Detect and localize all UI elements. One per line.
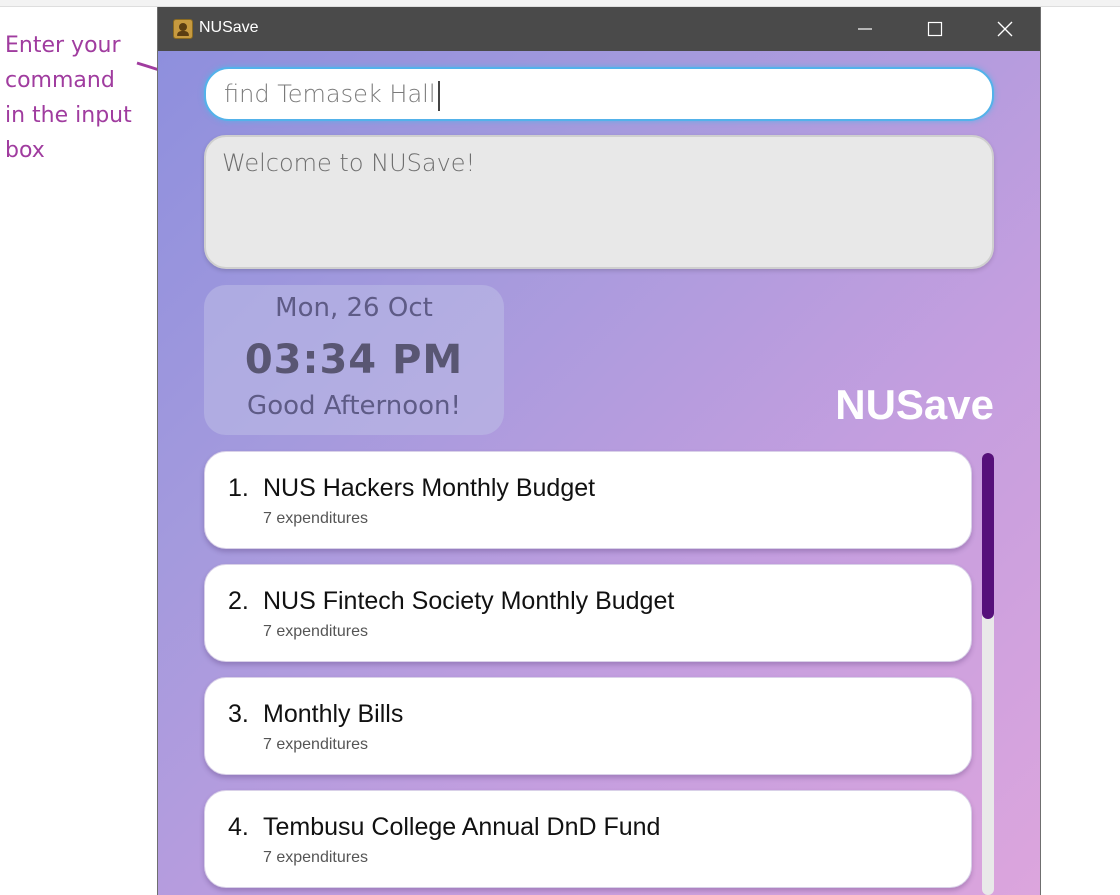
- budget-index: 4.: [228, 813, 249, 841]
- brand-title: NUSave: [835, 381, 994, 428]
- title-bar: NUSave: [158, 7, 1040, 51]
- budget-card[interactable]: 1. NUS Hackers Monthly Budget 7 expendit…: [204, 451, 972, 549]
- clock-card: Mon, 26 Oct 03:34 PM Good Afternoon!: [204, 285, 504, 435]
- budget-expenditure-count: 7 expenditures: [263, 849, 368, 866]
- budget-index: 1.: [228, 474, 249, 502]
- command-input[interactable]: [224, 79, 964, 109]
- app-window: NUSave Welcome to NUSave! Mon, 26 Oct 03…: [157, 7, 1041, 895]
- text-caret: [438, 81, 440, 111]
- budget-card[interactable]: 2. NUS Fintech Society Monthly Budget 7 …: [204, 564, 972, 662]
- result-display: Welcome to NUSave!: [204, 135, 994, 269]
- budget-expenditure-count: 7 expenditures: [263, 736, 368, 753]
- minimize-icon: [858, 28, 872, 30]
- budget-name: Tembusu College Annual DnD Fund: [263, 813, 661, 841]
- budget-name: NUS Fintech Society Monthly Budget: [263, 587, 675, 615]
- minimize-button[interactable]: [830, 7, 900, 51]
- budget-expenditure-count: 7 expenditures: [263, 510, 368, 527]
- budget-card[interactable]: 3. Monthly Bills 7 expenditures: [204, 677, 972, 775]
- close-icon: [997, 21, 1013, 37]
- result-text: Welcome to NUSave!: [222, 149, 476, 177]
- budget-index: 2.: [228, 587, 249, 615]
- command-box[interactable]: [204, 67, 994, 121]
- maximize-button[interactable]: [900, 7, 970, 51]
- browser-top-edge: [0, 0, 1120, 7]
- clock-greeting: Good Afternoon!: [247, 391, 461, 421]
- clock-date: Mon, 26 Oct: [275, 293, 433, 323]
- app-content: Welcome to NUSave! Mon, 26 Oct 03:34 PM …: [158, 51, 1040, 895]
- window-title: NUSave: [199, 19, 259, 36]
- address-book-icon: [173, 19, 193, 39]
- budget-index: 3.: [228, 700, 249, 728]
- scrollbar-thumb[interactable]: [982, 453, 994, 619]
- budget-name: NUS Hackers Monthly Budget: [263, 474, 596, 502]
- list-scrollbar[interactable]: [982, 453, 994, 895]
- clock-time: 03:34 PM: [244, 337, 464, 383]
- callout-text: Enter your command in the input box: [5, 33, 132, 163]
- budget-card[interactable]: 4. Tembusu College Annual DnD Fund 7 exp…: [204, 790, 972, 888]
- maximize-icon: [927, 21, 943, 37]
- budget-name: Monthly Bills: [263, 700, 404, 728]
- close-button[interactable]: [970, 7, 1040, 51]
- budget-expenditure-count: 7 expenditures: [263, 623, 368, 640]
